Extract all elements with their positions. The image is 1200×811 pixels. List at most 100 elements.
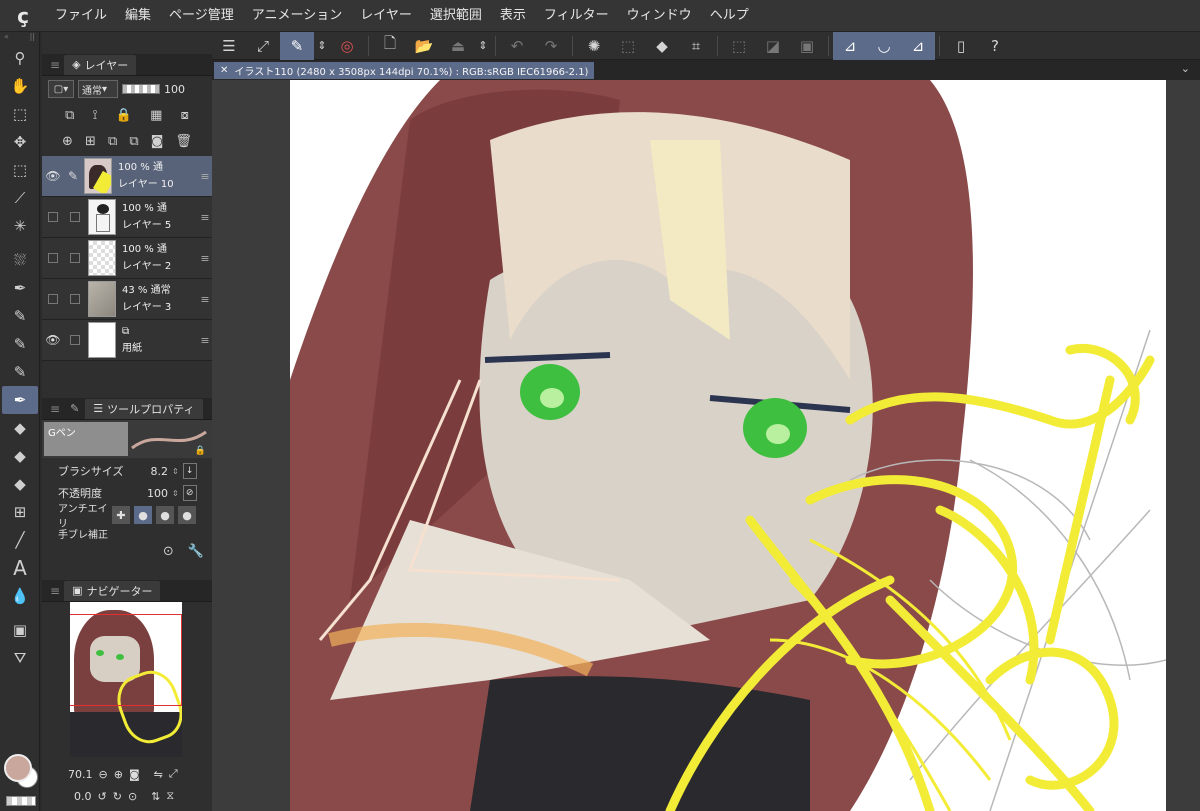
brush-size-spinner[interactable]: ⇕ xyxy=(172,467,179,476)
spiral-icon[interactable]: ◎ xyxy=(330,32,364,60)
menu-icon[interactable]: ☰ xyxy=(212,32,246,60)
close-tab-icon[interactable]: ✕ xyxy=(220,65,228,76)
antialias-row[interactable]: アンチエイリ ✚ ● ● ● xyxy=(42,504,212,530)
menu-selection[interactable]: 選択範囲 xyxy=(421,0,491,32)
selection-border-icon[interactable]: ▣ xyxy=(790,32,824,60)
main-color-swatch[interactable] xyxy=(4,754,32,782)
text-tool-icon[interactable]: A xyxy=(2,554,38,582)
layer-menu-icon[interactable]: ≡ xyxy=(198,334,212,347)
pen-tool-icon[interactable]: ✒ xyxy=(2,274,38,302)
brush-size-row[interactable]: ブラシサイズ 8.2 ⇕ ↓ xyxy=(42,460,212,482)
fit-icon[interactable]: ◙ xyxy=(129,768,140,781)
layer-opacity-slider[interactable] xyxy=(122,84,160,94)
flip-icon[interactable]: ⧖ xyxy=(166,789,174,803)
reset-rotation-icon[interactable]: ⊙ xyxy=(128,790,137,803)
mask-layer-icon[interactable]: ◙ xyxy=(151,134,164,149)
new-file-icon[interactable]: 🗋 xyxy=(373,32,407,60)
antialias-medium-icon[interactable]: ● xyxy=(156,506,174,524)
menu-help[interactable]: ヘルプ xyxy=(701,0,758,32)
redo-icon[interactable]: ↷ xyxy=(534,32,568,60)
layer-menu-icon[interactable]: ≡ xyxy=(198,211,212,224)
fullscreen-icon[interactable]: ⤢ xyxy=(169,767,178,781)
brush-preview[interactable]: Gペン 🔒 xyxy=(42,420,212,458)
selection-tool-icon[interactable]: ⬚ xyxy=(2,156,38,184)
lock-layer-icon[interactable]: 🔒 xyxy=(116,108,132,123)
new-layer-icon[interactable]: ⊕ xyxy=(62,134,73,149)
hand-tool-icon[interactable]: ✋ xyxy=(2,72,38,100)
menu-view[interactable]: 表示 xyxy=(491,0,535,32)
visibility-checkbox[interactable] xyxy=(48,253,58,263)
tab-layer[interactable]: ◈ レイヤー xyxy=(64,54,137,75)
wrench-icon[interactable]: 🔧 xyxy=(188,544,204,559)
blend-mode-select[interactable]: 通常 ▾ xyxy=(78,80,118,98)
antialias-strong-icon[interactable]: ● xyxy=(178,506,196,524)
layer-menu-icon[interactable]: ≡ xyxy=(198,170,212,183)
antialias-weak-icon[interactable]: ● xyxy=(134,506,152,524)
line-tool-icon[interactable]: ╱ xyxy=(2,526,38,554)
merge-layer-icon[interactable]: ⧉ xyxy=(129,134,138,149)
edit-checkbox[interactable] xyxy=(70,335,80,345)
stabilization-row[interactable]: 手ブレ補正 xyxy=(42,526,212,541)
object-tool-icon[interactable]: ⬚ xyxy=(2,100,38,128)
flip-horizontal-icon[interactable]: ⇋ xyxy=(154,768,163,781)
menu-layer[interactable]: レイヤー xyxy=(351,0,421,32)
move-tool-icon[interactable]: ✥ xyxy=(2,128,38,156)
antialias-none-icon[interactable]: ✚ xyxy=(112,506,130,524)
visibility-checkbox[interactable] xyxy=(48,212,58,222)
pencil-tool-icon[interactable]: ✎ xyxy=(2,302,38,330)
fill-tool-icon[interactable]: ⛆ xyxy=(2,246,38,274)
zoom-in-icon[interactable]: ⊕ xyxy=(114,768,123,781)
spinner2-icon[interactable]: ⇕ xyxy=(475,32,491,60)
save-icon[interactable]: ⏏ xyxy=(441,32,475,60)
eye-icon[interactable]: 👁 xyxy=(42,333,64,347)
loading-icon[interactable]: ✺ xyxy=(577,32,611,60)
device-icon[interactable]: ▯ xyxy=(944,32,978,60)
open-file-icon[interactable]: 📂 xyxy=(407,32,441,60)
brush-size-value[interactable]: 8.2 xyxy=(132,465,169,478)
undo-icon[interactable]: ↶ xyxy=(500,32,534,60)
new-folder-icon[interactable]: ⊞ xyxy=(85,134,96,149)
navigator-preview[interactable] xyxy=(70,602,182,757)
gradient-tool-icon[interactable]: ▣ xyxy=(2,616,38,644)
eraser-hard-tool-icon[interactable]: ◆ xyxy=(2,470,38,498)
panel-grip-icon[interactable]: ≡ xyxy=(46,402,64,416)
transparent-color-swatch[interactable] xyxy=(6,796,36,806)
pen-edit-icon[interactable]: ✎ xyxy=(64,169,82,183)
menu-page[interactable]: ページ管理 xyxy=(160,0,243,32)
brush-tool-icon[interactable]: ✎ xyxy=(2,330,38,358)
menu-window[interactable]: ウィンドウ xyxy=(618,0,701,32)
layer-color-box[interactable]: ▢▾ xyxy=(48,80,74,98)
canvas-area[interactable] xyxy=(212,80,1200,811)
g-pen-tool-icon[interactable]: ✒ xyxy=(2,386,38,414)
blend-tool-icon[interactable]: 💧 xyxy=(2,582,38,610)
eyedropper-tool-icon[interactable]: ⟋ xyxy=(2,184,38,212)
reset-icon[interactable]: ⊙ xyxy=(163,544,174,559)
layer-row[interactable]: 👁 ✎ 100 % 通 レイヤー 10 ≡ xyxy=(42,156,212,197)
copy-layer-icon[interactable]: ⧉ xyxy=(108,134,117,149)
snap-special-ruler-icon[interactable]: ◡ xyxy=(867,31,901,60)
lock-icon[interactable]: 🔒 xyxy=(195,446,206,456)
edit-mode-icon[interactable]: ✎ xyxy=(280,31,314,60)
clip-layer-icon[interactable]: ⧇ xyxy=(181,108,189,123)
eraser-soft-tool-icon[interactable]: ◆ xyxy=(2,442,38,470)
menu-edit[interactable]: 編集 xyxy=(116,0,160,32)
color-swatches[interactable] xyxy=(4,754,38,788)
spinner-icon[interactable]: ⇕ xyxy=(314,32,330,60)
crop-icon[interactable]: ⌗ xyxy=(679,32,713,60)
zoom-value[interactable]: 70.1 xyxy=(68,768,93,781)
tool-palette-grip[interactable]: «|| xyxy=(0,32,39,44)
brush-opacity-value[interactable]: 100 xyxy=(132,487,168,500)
brush-opacity-pressure-button[interactable]: ⊘ xyxy=(182,485,197,501)
sub-tool-tab-icon[interactable]: ✎ xyxy=(64,402,85,415)
layer-menu-icon[interactable]: ≡ xyxy=(198,293,212,306)
zoom-out-icon[interactable]: ⊖ xyxy=(99,768,108,781)
snap-ruler-icon[interactable]: ⊿ xyxy=(833,31,867,60)
draft-layer-icon[interactable]: ⟟ xyxy=(93,108,98,123)
invert-selection-icon[interactable]: ◪ xyxy=(756,32,790,60)
layer-row[interactable]: 100 % 通 レイヤー 5 ≡ xyxy=(42,197,212,238)
bucket-tool-icon[interactable]: ⛛ xyxy=(2,644,38,672)
grid-tool-icon[interactable]: ⊞ xyxy=(2,498,38,526)
deselect-icon[interactable]: ⬚ xyxy=(722,32,756,60)
layer-menu-icon[interactable]: ≡ xyxy=(198,252,212,265)
zoom-tool-icon[interactable]: ⚲ xyxy=(2,44,38,72)
